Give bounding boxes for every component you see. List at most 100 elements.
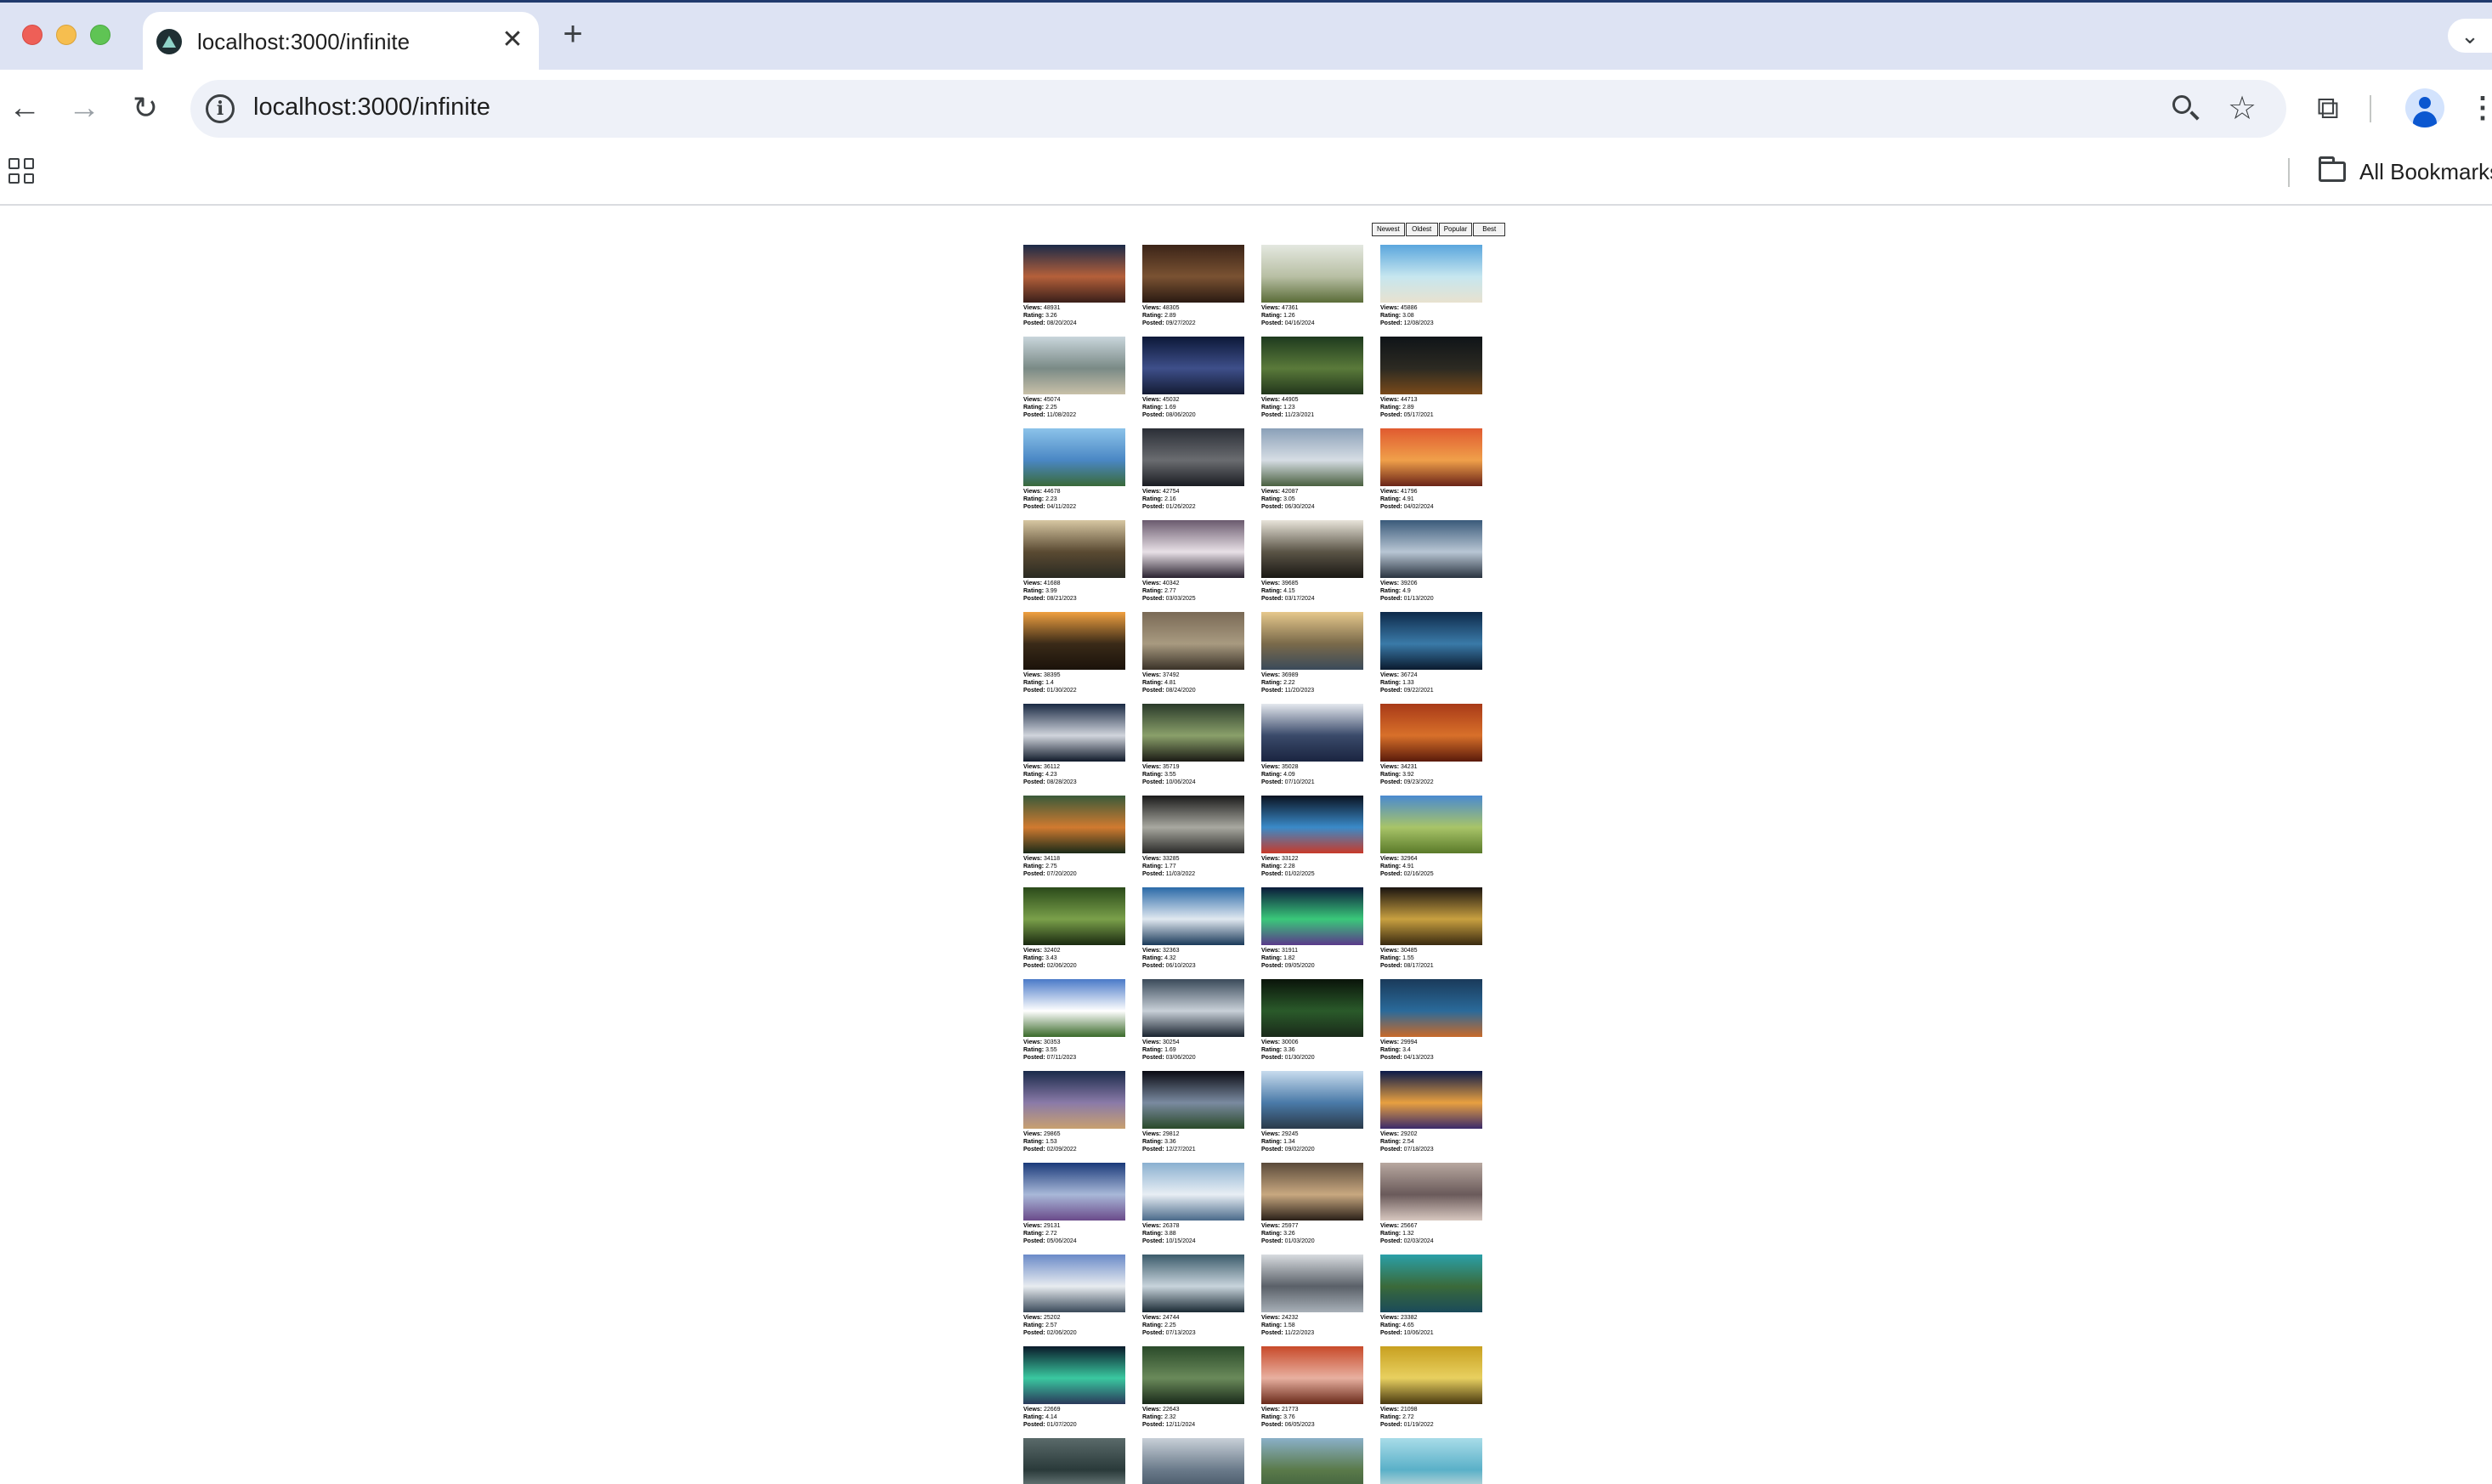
forward-arrow-icon[interactable]: → bbox=[63, 87, 105, 129]
photo-card[interactable]: Views: 30485 Rating: 1.55 Posted: 08/17/20… bbox=[1380, 887, 1482, 976]
zoom-icon[interactable] bbox=[2167, 90, 2205, 127]
apps-grid-icon[interactable] bbox=[8, 158, 34, 184]
photo-thumbnail[interactable] bbox=[1380, 796, 1482, 853]
photo-thumbnail[interactable] bbox=[1261, 1438, 1363, 1484]
reload-icon[interactable]: ↻ bbox=[124, 87, 167, 129]
photo-thumbnail[interactable] bbox=[1380, 612, 1482, 670]
photo-card[interactable]: Views: 24232 Rating: 1.58 Posted: 11/22/20… bbox=[1261, 1255, 1363, 1343]
photo-card[interactable]: Views: 41688 Rating: 3.99 Posted: 08/21/20… bbox=[1023, 520, 1125, 609]
photo-card[interactable]: Views: 45032 Rating: 1.69 Posted: 08/06/20… bbox=[1142, 337, 1244, 425]
photo-thumbnail[interactable] bbox=[1142, 1346, 1244, 1404]
photo-thumbnail[interactable] bbox=[1261, 887, 1363, 945]
photo-thumbnail[interactable] bbox=[1380, 1071, 1482, 1129]
photo-card[interactable]: Views: 33285 Rating: 1.77 Posted: 11/03/20… bbox=[1142, 796, 1244, 884]
photo-card[interactable] bbox=[1380, 1438, 1482, 1484]
window-minimize-button[interactable] bbox=[56, 25, 76, 45]
sort-newest-button[interactable]: Newest bbox=[1372, 223, 1405, 236]
sort-best-button[interactable]: Best bbox=[1473, 223, 1506, 236]
photo-thumbnail[interactable] bbox=[1380, 979, 1482, 1037]
photo-thumbnail[interactable] bbox=[1023, 428, 1125, 486]
photo-card[interactable]: Views: 36112 Rating: 4.23 Posted: 08/28/20… bbox=[1023, 704, 1125, 792]
photo-thumbnail[interactable] bbox=[1023, 337, 1125, 394]
photo-card[interactable]: Views: 32964 Rating: 4.91 Posted: 02/16/20… bbox=[1380, 796, 1482, 884]
photo-card[interactable]: Views: 29245 Rating: 1.34 Posted: 09/02/20… bbox=[1261, 1071, 1363, 1159]
photo-thumbnail[interactable] bbox=[1023, 1255, 1125, 1312]
photo-thumbnail[interactable] bbox=[1261, 428, 1363, 486]
photo-card[interactable]: Views: 44905 Rating: 1.23 Posted: 11/23/20… bbox=[1261, 337, 1363, 425]
photo-card[interactable]: Views: 21098 Rating: 2.72 Posted: 01/19/20… bbox=[1380, 1346, 1482, 1435]
photo-card[interactable]: Views: 29994 Rating: 3.4 Posted: 04/13/202… bbox=[1380, 979, 1482, 1068]
photo-thumbnail[interactable] bbox=[1023, 1346, 1125, 1404]
photo-thumbnail[interactable] bbox=[1380, 245, 1482, 303]
photo-card[interactable]: Views: 40342 Rating: 2.77 Posted: 03/03/20… bbox=[1142, 520, 1244, 609]
photo-thumbnail[interactable] bbox=[1142, 979, 1244, 1037]
photo-thumbnail[interactable] bbox=[1142, 1163, 1244, 1221]
photo-thumbnail[interactable] bbox=[1261, 704, 1363, 762]
photo-thumbnail[interactable] bbox=[1142, 796, 1244, 853]
photo-card[interactable]: Views: 45074 Rating: 2.25 Posted: 11/08/20… bbox=[1023, 337, 1125, 425]
photo-card[interactable]: Views: 42754 Rating: 2.16 Posted: 01/26/20… bbox=[1142, 428, 1244, 517]
photo-card[interactable]: Views: 48931 Rating: 3.26 Posted: 08/20/20… bbox=[1023, 245, 1125, 333]
photo-card[interactable]: Views: 33122 Rating: 2.28 Posted: 01/02/20… bbox=[1261, 796, 1363, 884]
photo-card[interactable]: Views: 35719 Rating: 3.55 Posted: 10/06/20… bbox=[1142, 704, 1244, 792]
photo-card[interactable] bbox=[1142, 1438, 1244, 1484]
photo-card[interactable]: Views: 29865 Rating: 1.53 Posted: 02/09/20… bbox=[1023, 1071, 1125, 1159]
photo-thumbnail[interactable] bbox=[1380, 428, 1482, 486]
photo-card[interactable]: Views: 23382 Rating: 4.65 Posted: 10/06/20… bbox=[1380, 1255, 1482, 1343]
window-close-button[interactable] bbox=[22, 25, 42, 45]
sort-popular-button[interactable]: Popular bbox=[1438, 223, 1473, 236]
photo-thumbnail[interactable] bbox=[1261, 796, 1363, 853]
extensions-puzzle-icon[interactable]: ⧉ bbox=[2307, 87, 2349, 129]
photo-card[interactable]: Views: 32402 Rating: 3.43 Posted: 02/06/20… bbox=[1023, 887, 1125, 976]
more-menu-icon[interactable]: ⋮ bbox=[2468, 87, 2492, 129]
photo-thumbnail[interactable] bbox=[1261, 337, 1363, 394]
bookmark-star-icon[interactable]: ☆ bbox=[2222, 88, 2263, 129]
sort-oldest-button[interactable]: Oldest bbox=[1405, 223, 1438, 236]
photo-thumbnail[interactable] bbox=[1023, 245, 1125, 303]
photo-thumbnail[interactable] bbox=[1023, 704, 1125, 762]
close-tab-icon[interactable]: ✕ bbox=[498, 25, 527, 54]
photo-thumbnail[interactable] bbox=[1142, 245, 1244, 303]
photo-thumbnail[interactable] bbox=[1261, 1346, 1363, 1404]
photo-thumbnail[interactable] bbox=[1261, 245, 1363, 303]
photo-card[interactable]: Views: 48305 Rating: 2.89 Posted: 09/27/20… bbox=[1142, 245, 1244, 333]
photo-card[interactable]: Views: 37492 Rating: 4.81 Posted: 08/24/20… bbox=[1142, 612, 1244, 700]
photo-thumbnail[interactable] bbox=[1380, 1438, 1482, 1484]
photo-card[interactable]: Views: 36724 Rating: 1.33 Posted: 09/22/20… bbox=[1380, 612, 1482, 700]
photo-card[interactable]: Views: 34118 Rating: 2.75 Posted: 07/20/20… bbox=[1023, 796, 1125, 884]
photo-card[interactable]: Views: 34231 Rating: 3.92 Posted: 09/23/20… bbox=[1380, 704, 1482, 792]
photo-thumbnail[interactable] bbox=[1380, 337, 1482, 394]
photo-card[interactable]: Views: 25667 Rating: 1.32 Posted: 02/03/20… bbox=[1380, 1163, 1482, 1251]
photo-thumbnail[interactable] bbox=[1261, 520, 1363, 578]
photo-card[interactable]: Views: 24744 Rating: 2.25 Posted: 07/13/20… bbox=[1142, 1255, 1244, 1343]
photo-card[interactable]: Views: 42087 Rating: 3.05 Posted: 06/30/20… bbox=[1261, 428, 1363, 517]
photo-thumbnail[interactable] bbox=[1142, 1071, 1244, 1129]
photo-card[interactable]: Views: 29202 Rating: 2.54 Posted: 07/18/20… bbox=[1380, 1071, 1482, 1159]
photo-thumbnail[interactable] bbox=[1142, 1255, 1244, 1312]
back-arrow-icon[interactable]: ← bbox=[3, 87, 46, 129]
photo-thumbnail[interactable] bbox=[1380, 1163, 1482, 1221]
photo-thumbnail[interactable] bbox=[1142, 428, 1244, 486]
site-info-icon[interactable]: i bbox=[206, 94, 235, 123]
photo-card[interactable]: Views: 21773 Rating: 3.76 Posted: 06/05/20… bbox=[1261, 1346, 1363, 1435]
photo-thumbnail[interactable] bbox=[1023, 1071, 1125, 1129]
photo-card[interactable]: Views: 39685 Rating: 4.15 Posted: 03/17/20… bbox=[1261, 520, 1363, 609]
photo-thumbnail[interactable] bbox=[1142, 887, 1244, 945]
photo-card[interactable]: Views: 45886 Rating: 3.08 Posted: 12/08/20… bbox=[1380, 245, 1482, 333]
photo-thumbnail[interactable] bbox=[1023, 979, 1125, 1037]
photo-card[interactable] bbox=[1023, 1438, 1125, 1484]
photo-card[interactable]: Views: 26378 Rating: 3.88 Posted: 10/15/20… bbox=[1142, 1163, 1244, 1251]
photo-thumbnail[interactable] bbox=[1380, 520, 1482, 578]
photo-card[interactable]: Views: 22669 Rating: 4.14 Posted: 01/07/20… bbox=[1023, 1346, 1125, 1435]
photo-thumbnail[interactable] bbox=[1142, 704, 1244, 762]
photo-card[interactable]: Views: 32363 Rating: 4.32 Posted: 06/10/20… bbox=[1142, 887, 1244, 976]
photo-card[interactable]: Views: 47361 Rating: 1.26 Posted: 04/16/20… bbox=[1261, 245, 1363, 333]
photo-thumbnail[interactable] bbox=[1023, 612, 1125, 670]
url-text[interactable]: localhost:3000/infinite bbox=[253, 93, 490, 122]
photo-thumbnail[interactable] bbox=[1380, 704, 1482, 762]
photo-thumbnail[interactable] bbox=[1023, 887, 1125, 945]
photo-card[interactable]: Views: 30006 Rating: 3.36 Posted: 01/30/20… bbox=[1261, 979, 1363, 1068]
photo-card[interactable]: Views: 44713 Rating: 2.89 Posted: 05/17/20… bbox=[1380, 337, 1482, 425]
photo-card[interactable]: Views: 25202 Rating: 2.57 Posted: 02/06/20… bbox=[1023, 1255, 1125, 1343]
photo-thumbnail[interactable] bbox=[1142, 520, 1244, 578]
